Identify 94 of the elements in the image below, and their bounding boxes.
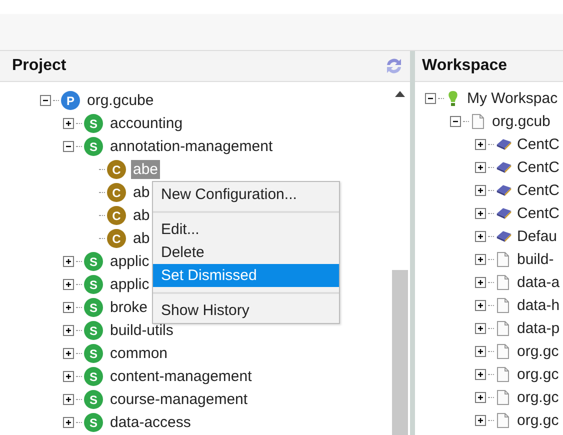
collapse-icon[interactable] (450, 116, 461, 127)
type-badge: S (84, 252, 103, 271)
expand-icon[interactable] (63, 325, 74, 336)
tree-item[interactable]: data-a (515, 273, 562, 292)
expand-icon[interactable] (475, 139, 486, 150)
expand-icon[interactable] (475, 185, 486, 196)
tree-item[interactable]: Defau (515, 227, 560, 246)
tree-item[interactable]: org.gc (515, 411, 561, 430)
panel-title: Workspace (422, 57, 508, 75)
type-badge: C (107, 229, 126, 248)
tree-item[interactable]: build- (515, 250, 556, 269)
chip-icon (496, 207, 512, 220)
expand-icon[interactable] (475, 162, 486, 173)
document-icon (471, 113, 485, 130)
type-badge: C (107, 160, 126, 179)
document-icon (496, 274, 510, 291)
expand-icon[interactable] (63, 348, 74, 359)
document-icon (496, 389, 510, 406)
tree-item[interactable]: content-management (108, 367, 254, 386)
tree-item[interactable]: org.gc (515, 342, 561, 361)
document-icon (496, 297, 510, 314)
expand-icon[interactable] (475, 415, 486, 426)
expand-icon[interactable] (475, 300, 486, 311)
tree-item[interactable]: org.gcub (490, 112, 552, 131)
collapse-icon[interactable] (63, 141, 74, 152)
expand-icon[interactable] (475, 392, 486, 403)
tree-item[interactable]: ab (131, 183, 152, 202)
menu-item[interactable]: New Configuration... (153, 183, 339, 206)
expand-icon[interactable] (63, 279, 74, 290)
expand-icon[interactable] (63, 302, 74, 313)
type-badge: S (84, 344, 103, 363)
expand-icon[interactable] (475, 254, 486, 265)
type-badge: C (107, 206, 126, 225)
type-badge: P (61, 91, 80, 110)
type-badge: S (84, 367, 103, 386)
tree-item[interactable]: CentC (515, 204, 562, 223)
tree-item[interactable]: My Workspac (465, 89, 560, 108)
chip-icon (496, 161, 512, 174)
tree-item[interactable]: applic (108, 275, 152, 294)
type-badge: S (84, 321, 103, 340)
expand-icon[interactable] (475, 346, 486, 357)
sync-icon[interactable] (384, 56, 404, 76)
tree-item[interactable]: build-utils (108, 321, 176, 340)
tree-item[interactable]: data-p (515, 319, 562, 338)
expand-icon[interactable] (475, 323, 486, 334)
collapse-icon[interactable] (425, 93, 436, 104)
tree-item[interactable]: org.gc (515, 365, 561, 384)
type-badge: C (107, 183, 126, 202)
tree-item[interactable]: ab (131, 206, 152, 225)
expand-icon[interactable] (63, 394, 74, 405)
tree-item[interactable]: CentC (515, 181, 562, 200)
tree-item[interactable]: broke (108, 298, 150, 317)
chip-icon (496, 184, 512, 197)
document-icon (496, 343, 510, 360)
type-badge: S (84, 390, 103, 409)
expand-icon[interactable] (475, 277, 486, 288)
menu-item[interactable]: Show History (153, 299, 339, 322)
type-badge: S (84, 137, 103, 156)
panel-title: Project (12, 57, 66, 75)
menu-item[interactable]: Edit... (153, 218, 339, 241)
tree-item[interactable]: data-access (108, 413, 193, 432)
tree-item[interactable]: CentC (515, 158, 562, 177)
expand-icon[interactable] (63, 371, 74, 382)
tree-item[interactable]: accounting (108, 114, 185, 133)
type-badge: S (84, 413, 103, 432)
tree-item[interactable]: data-h (515, 296, 562, 315)
document-icon (496, 251, 510, 268)
expand-icon[interactable] (63, 256, 74, 267)
expand-icon[interactable] (63, 417, 74, 428)
type-badge: S (84, 114, 103, 133)
scroll-up-icon[interactable] (394, 90, 406, 98)
tree-item[interactable]: annotation-management (108, 137, 275, 156)
document-icon (496, 412, 510, 429)
chip-icon (496, 230, 512, 243)
tree-item[interactable]: applic (108, 252, 152, 271)
collapse-icon[interactable] (40, 95, 51, 106)
tree-item[interactable]: CentC (515, 135, 562, 154)
tree-item[interactable]: org.gc (515, 388, 561, 407)
chip-icon (496, 138, 512, 151)
expand-icon[interactable] (475, 208, 486, 219)
document-icon (496, 320, 510, 337)
menu-item[interactable]: Set Dismissed (153, 264, 339, 287)
expand-icon[interactable] (63, 118, 74, 129)
tree-item[interactable]: course-management (108, 390, 250, 409)
tree-item[interactable]: org.gcube (85, 91, 156, 110)
type-badge: S (84, 298, 103, 317)
expand-icon[interactable] (475, 369, 486, 380)
expand-icon[interactable] (475, 231, 486, 242)
lightbulb-icon (446, 90, 460, 108)
type-badge: S (84, 275, 103, 294)
document-icon (496, 366, 510, 383)
tree-item[interactable]: common (108, 344, 170, 363)
tree-item[interactable]: ab (131, 229, 152, 248)
menu-item[interactable]: Delete (153, 241, 339, 264)
